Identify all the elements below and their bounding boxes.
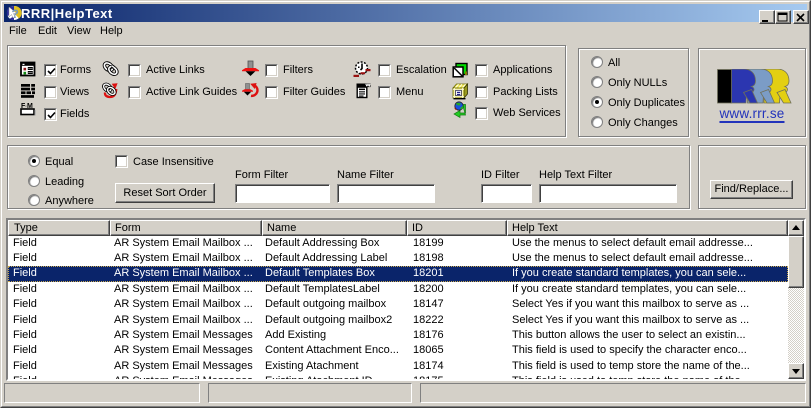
svg-text:?: ? bbox=[12, 7, 19, 21]
